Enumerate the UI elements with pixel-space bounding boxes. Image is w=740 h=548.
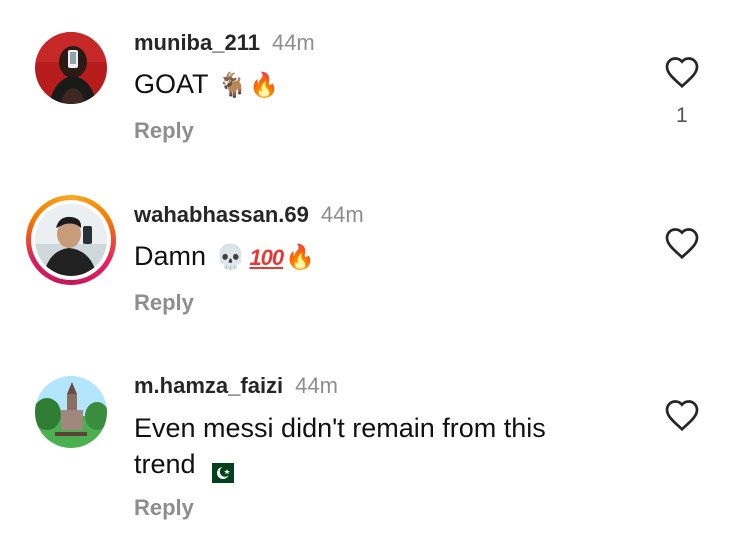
comment-meta: wahabhassan.69 44m (134, 202, 364, 228)
avatar (35, 204, 107, 276)
heart-icon[interactable] (664, 55, 700, 89)
comment-text: Even messi didn't remain from this trend (134, 410, 604, 483)
username[interactable]: wahabhassan.69 (134, 202, 309, 227)
story-ring[interactable] (26, 195, 116, 285)
goat-emoji: 🐐 (217, 71, 248, 99)
pakistan-flag-emoji (203, 456, 234, 483)
hundred-points-emoji: 100 (249, 244, 284, 270)
heart-icon[interactable] (664, 226, 700, 260)
timestamp: 44m (295, 373, 338, 398)
like-count: 1 (676, 104, 688, 127)
username[interactable]: muniba_211 (134, 30, 260, 55)
comment-text: GOAT 🐐🔥 (134, 66, 604, 104)
username[interactable]: m.hamza_faizi (134, 373, 283, 398)
avatar[interactable] (35, 32, 107, 104)
reply-button[interactable]: Reply (134, 118, 194, 144)
reply-button[interactable]: Reply (134, 290, 194, 316)
comment-meta: m.hamza_faizi 44m (134, 373, 338, 399)
comment-body: Even messi didn't remain from this trend (134, 413, 546, 479)
reply-button[interactable]: Reply (134, 495, 194, 521)
skull-emoji: 💀 (215, 243, 246, 271)
comment-body: Damn (134, 241, 207, 271)
comment-text: Damn 💀 100🔥 (134, 238, 604, 276)
timestamp: 44m (320, 202, 364, 227)
timestamp: 44m (271, 30, 315, 55)
comment-body: GOAT (134, 69, 209, 99)
avatar[interactable] (35, 376, 107, 448)
fire-emoji: 🔥 (249, 71, 280, 99)
fire-emoji: 🔥 (285, 243, 316, 271)
heart-icon[interactable] (664, 398, 700, 432)
comment-meta: muniba_211 44m (134, 30, 315, 56)
